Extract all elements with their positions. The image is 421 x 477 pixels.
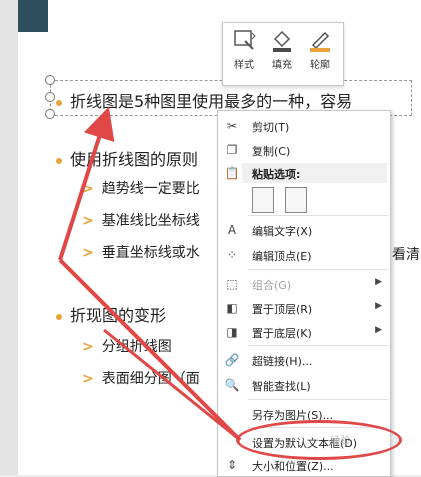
- arrow-line: [58, 106, 115, 261]
- annotation-arrows: [58, 106, 242, 442]
- arrow-line: [58, 258, 242, 442]
- arrow-line: [103, 328, 241, 442]
